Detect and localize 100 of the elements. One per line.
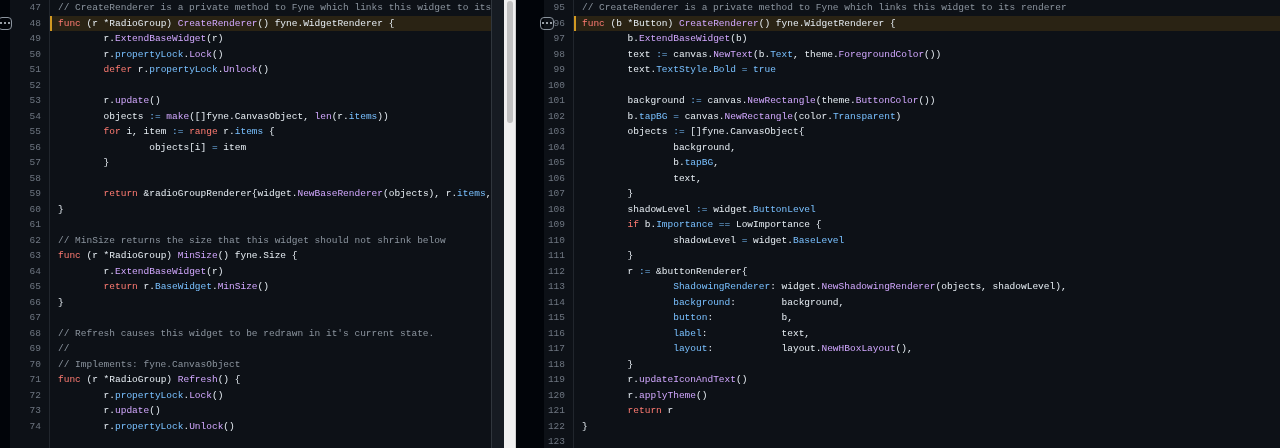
line-number: 74	[29, 421, 41, 431]
code-comment: // CreateRenderer is a private method to Fyne which links this widget to its renderer	[582, 3, 1067, 13]
code-line: func (r *RadioGroup) MinSize() fyne.Size {	[58, 251, 298, 261]
code-comment: // Refresh causes this widget to be redrawn in it's current state.	[58, 328, 435, 338]
line-number: 56	[29, 142, 41, 152]
code-line: background,	[672, 142, 736, 152]
line-number: 102	[547, 111, 565, 121]
code-line: }	[58, 297, 64, 307]
line-number: 106	[547, 173, 565, 183]
line-number: 123	[547, 437, 565, 447]
code-line: text,	[672, 173, 702, 183]
code-line: label: text,	[672, 328, 811, 338]
line-number: 71	[29, 375, 41, 385]
code-line: r.propertyLock.Unlock()	[102, 421, 235, 431]
line-number: 116	[547, 328, 565, 338]
code-line: r.updateIconAndText()	[626, 375, 748, 385]
scrollbar-thumb[interactable]	[506, 1, 513, 123]
code-line: return &radioGroupRenderer{widget.NewBaseRenderer(objects), r.items,	[102, 189, 491, 199]
code-line: return r.BaseWidget.MinSize()	[102, 282, 269, 292]
code-line: b.tapBG,	[672, 158, 719, 168]
line-number: 68	[29, 328, 41, 338]
code-line: func (b *Button) CreateRenderer() fyne.WidgetRenderer {	[582, 18, 896, 28]
code-line: r.propertyLock.Lock()	[102, 390, 224, 400]
line-number: 107	[547, 189, 565, 199]
more-options-icon[interactable]	[0, 16, 12, 30]
code-line: for i, item := range r.items {	[102, 127, 275, 137]
line-number: 105	[547, 158, 565, 168]
line-number: 63	[29, 251, 41, 261]
line-number: 110	[547, 235, 565, 245]
code-line: background := canvas.NewRectangle(theme.ButtonColor())	[626, 96, 936, 106]
code-line: background: background,	[672, 297, 845, 307]
code-line: }	[58, 204, 64, 214]
line-number: 118	[547, 359, 565, 369]
line-number: 119	[547, 375, 565, 385]
line-number: 52	[29, 80, 41, 90]
code-line: r.update()	[102, 96, 161, 106]
code-line: if b.Importance == LowImportance {	[626, 220, 822, 230]
line-number: 114	[547, 297, 565, 307]
code-line: objects := make([]fyne.CanvasObject, len(r.items))	[102, 111, 389, 121]
code-line: shadowLevel := widget.ButtonLevel	[626, 204, 816, 214]
line-number: 112	[547, 266, 565, 276]
code-line: }	[626, 359, 634, 369]
code-comment: // CreateRenderer is a private method to Fyne which links this widget to its	[58, 3, 491, 13]
line-number: 59	[29, 189, 41, 199]
code-line: defer r.propertyLock.Unlock()	[102, 65, 269, 75]
line-number: 48	[29, 18, 41, 28]
code-line: }	[626, 251, 634, 261]
line-number: 50	[29, 49, 41, 59]
line-number: 53	[29, 96, 41, 106]
code-line: objects[i] = item	[148, 142, 247, 152]
code-line: b.ExtendBaseWidget(b)	[626, 34, 748, 44]
code-line: r.update()	[102, 406, 161, 416]
line-number: 99	[553, 65, 565, 75]
code-line: func (r *RadioGroup) CreateRenderer() fyne.WidgetRenderer {	[58, 18, 395, 28]
code-line: return r	[626, 406, 674, 416]
line-number: 113	[547, 282, 565, 292]
line-number: 108	[547, 204, 565, 214]
more-options-icon[interactable]	[540, 16, 554, 30]
code-line: }	[626, 189, 634, 199]
code-line: r.ExtendBaseWidget(r)	[102, 34, 224, 44]
code-comment: // MinSize returns the size that this widget should not shrink below	[58, 235, 446, 245]
line-number: 120	[547, 390, 565, 400]
line-number: 104	[547, 142, 565, 152]
line-number: 121	[547, 406, 565, 416]
line-number: 60	[29, 204, 41, 214]
line-number: 122	[547, 421, 565, 431]
line-number: 65	[29, 282, 41, 292]
line-number: 103	[547, 127, 565, 137]
code-line: objects := []fyne.CanvasObject{	[626, 127, 805, 137]
code-line: r.applyTheme()	[626, 390, 708, 400]
line-number: 101	[547, 96, 565, 106]
line-number: 72	[29, 390, 41, 400]
line-number: 97	[553, 34, 565, 44]
code-line: }	[582, 421, 588, 431]
code-line: text := canvas.NewText(b.Text, theme.ForegroundColor())	[626, 49, 942, 59]
code-line: b.tapBG = canvas.NewRectangle(color.Transparent)	[626, 111, 902, 121]
code-line: layout: layout.NewHBoxLayout(),	[672, 344, 913, 354]
line-number: 98	[553, 49, 565, 59]
line-number: 66	[29, 297, 41, 307]
line-number: 49	[29, 34, 41, 44]
code-line: r := &buttonRenderer{	[626, 266, 748, 276]
line-number: 62	[29, 235, 41, 245]
code-comment: // Implements: fyne.CanvasObject	[58, 359, 241, 369]
line-number: 100	[547, 80, 565, 90]
line-number: 67	[29, 313, 41, 323]
line-number: 51	[29, 65, 41, 75]
code-line: }	[102, 158, 110, 168]
line-number: 96	[553, 18, 565, 28]
line-number: 111	[547, 251, 565, 261]
line-number: 47	[29, 3, 41, 13]
line-number: 54	[29, 111, 41, 121]
line-number: 64	[29, 266, 41, 276]
code-line: r.ExtendBaseWidget(r)	[102, 266, 224, 276]
line-number: 95	[553, 3, 565, 13]
code-line: button: b,	[672, 313, 793, 323]
line-number: 73	[29, 406, 41, 416]
code-line: text.TextStyle.Bold = true	[626, 65, 776, 75]
code-line: ShadowingRenderer: widget.NewShadowingRenderer(objects, shadowLevel),	[672, 282, 1067, 292]
line-number: 109	[547, 220, 565, 230]
line-number: 58	[29, 173, 41, 183]
